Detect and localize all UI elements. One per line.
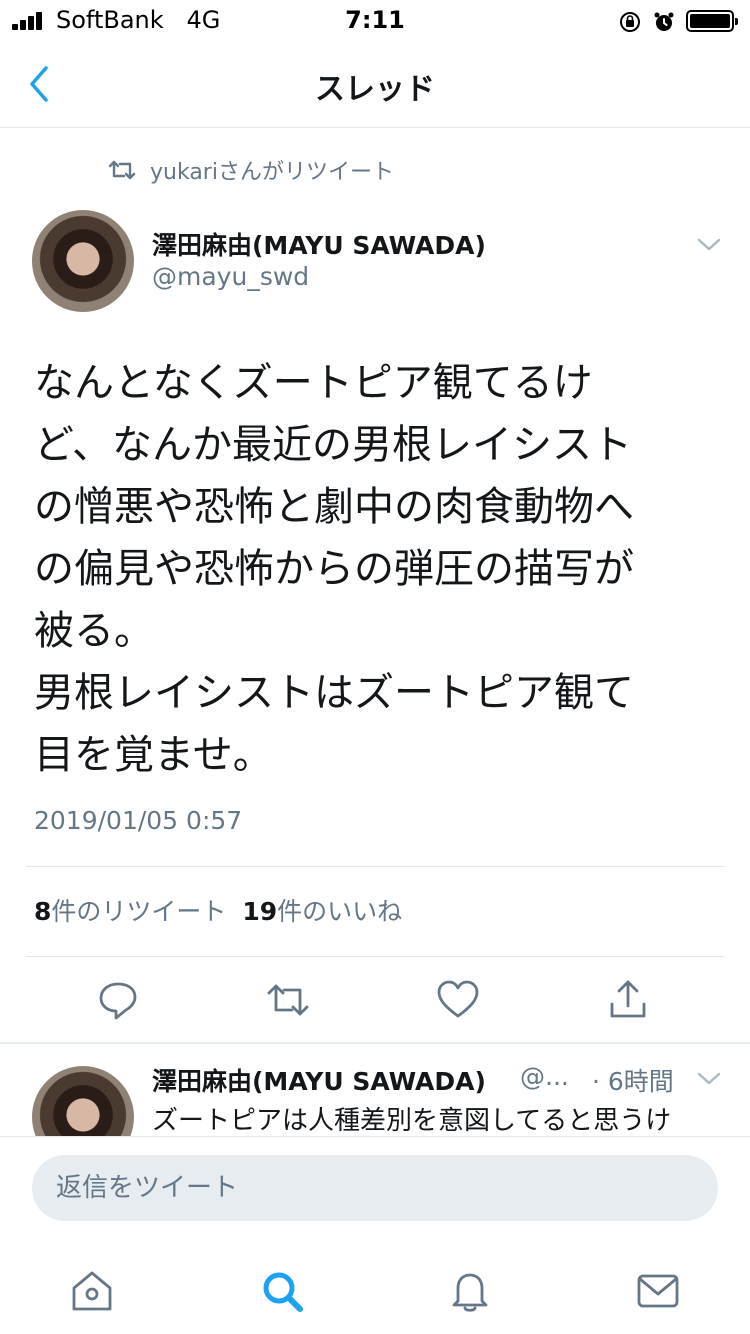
likes-count-link[interactable]: 19件のいいね <box>242 897 402 926</box>
chevron-down-icon[interactable] <box>696 1070 722 1088</box>
notifications-icon[interactable] <box>446 1267 494 1315</box>
reply-tweet[interactable]: 澤田麻由(MAYU SAWADA) @... · 6時間 ズートピアは人種差別を… <box>0 1044 750 1136</box>
tweet-text-line: の偏見や恐怖からの弾圧の描写が <box>34 546 634 592</box>
tweet-text-line: 目を覚ませ。 <box>34 732 273 778</box>
tweet-text-line: の憎悪や恐怖と劇中の肉食動物へ <box>34 484 634 530</box>
like-icon[interactable] <box>434 976 482 1024</box>
retweet-icon <box>108 160 136 180</box>
retweets-count-link[interactable]: 8件のリツイート <box>34 897 226 926</box>
reply-icon[interactable] <box>94 976 142 1024</box>
tweet-text-line: 被る。 <box>34 608 154 654</box>
reply-author-name[interactable]: 澤田麻由(MAYU SAWADA) <box>152 1062 486 1098</box>
tweet-text: なんとなくズートピア観てるけ ど、なんか最近の男根レイシスト の憎悪や恐怖と劇中… <box>34 352 724 786</box>
retweet-icon[interactable] <box>264 976 312 1024</box>
tweet-timestamp: 2019/01/05 0:57 <box>34 806 243 835</box>
chevron-down-icon[interactable] <box>696 236 722 254</box>
reply-text: ズートピアは人種差別を意図してると思うけ <box>152 1106 672 1136</box>
navigation-bar: スレッド <box>0 42 750 128</box>
reply-author-handle[interactable]: @... <box>520 1062 569 1091</box>
author-name[interactable]: 澤田麻由(MAYU SAWADA) <box>152 226 486 262</box>
tweet-text-line: なんとなくズートピア観てるけ <box>34 360 593 406</box>
author-handle[interactable]: @mayu_swd <box>152 262 309 291</box>
alarm-icon <box>654 12 674 31</box>
status-bar: SoftBank 4G 7:11 <box>0 0 750 42</box>
avatar[interactable] <box>32 210 134 312</box>
tweet-text-line: ど、なんか最近の男根レイシスト <box>34 422 632 468</box>
divider <box>26 956 724 957</box>
page-title: スレッド <box>315 72 435 107</box>
reply-input[interactable] <box>32 1155 718 1221</box>
divider <box>26 866 724 867</box>
retweeted-by-label: yukariさんがリツイート <box>150 160 394 185</box>
home-icon[interactable] <box>68 1267 116 1315</box>
search-icon[interactable] <box>258 1267 306 1315</box>
messages-icon[interactable] <box>634 1267 682 1315</box>
reply-time: · 6時間 <box>592 1067 674 1096</box>
battery-icon <box>686 10 738 32</box>
share-icon[interactable] <box>604 976 652 1024</box>
bottom-bar <box>0 1136 750 1334</box>
engagement-counts: 8件のリツイート 19件のいいね <box>34 892 402 928</box>
orientation-lock-icon <box>620 12 640 32</box>
avatar[interactable] <box>32 1066 134 1136</box>
tweet-text-line: 男根レイシストはズートピア観て <box>34 670 634 716</box>
